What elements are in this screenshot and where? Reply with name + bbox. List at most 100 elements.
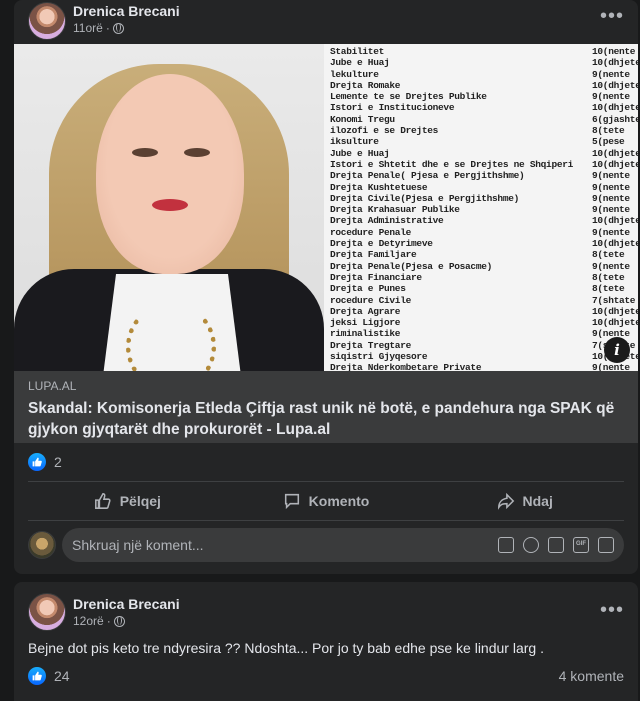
document-subject: Istori e Institucioneve — [330, 102, 455, 114]
document-grade: 10(dhjete — [592, 238, 638, 250]
camera-icon[interactable] — [548, 537, 564, 553]
emoji-icon[interactable] — [523, 537, 539, 553]
document-subject: Drejta Nderkombetare Private — [330, 362, 482, 371]
document-line: rocedure Civile 7(shtate — [330, 295, 638, 306]
comment-label: Komento — [308, 493, 370, 509]
comment-icon — [284, 493, 299, 510]
post-time[interactable]: 11orë — [73, 21, 103, 35]
link-preview-image[interactable]: Stabilitet 10(nente Jube e Huaj 10(dhjete le… — [14, 44, 638, 371]
document-subject: Drejta Penale(Pjesa e Posacme) — [330, 260, 493, 272]
comment-placeholder: Shkruaj një koment... — [72, 537, 204, 553]
document-grade: 10(dhjete — [592, 215, 638, 227]
like-reaction-icon — [28, 667, 46, 685]
document-line: riminalistike 9(nente — [330, 328, 638, 339]
document-grade: 8(tete — [592, 249, 625, 261]
link-title[interactable]: Skandal: Komisonerja Etleda Çiftja rast … — [28, 398, 624, 440]
post-meta: 12orë · — [73, 614, 125, 628]
author-avatar[interactable] — [28, 2, 66, 40]
document-line: Stabilitet 10(nente — [330, 46, 638, 57]
post-card: Drenica Brecani 12orë · ••• Bejne dot pi… — [14, 582, 638, 701]
share-button[interactable]: Ndaj — [425, 482, 624, 520]
document-grade: 6(gjashte — [592, 113, 638, 125]
document-subject: lekulture — [330, 68, 379, 80]
author-name[interactable]: Drenica Brecani — [73, 596, 180, 612]
author-name[interactable]: Drenica Brecani — [73, 3, 180, 19]
post-time[interactable]: 12orë — [73, 614, 104, 628]
reactions-summary[interactable]: 24 — [28, 667, 70, 685]
document-line: iksulture 5(pese — [330, 136, 638, 147]
document-grade: 8(tete — [592, 125, 625, 137]
document-subject: jeksi Ligjore — [330, 317, 401, 329]
author-avatar[interactable] — [28, 593, 66, 631]
document-line: Jube e Huaj 10(dhjete — [330, 57, 638, 68]
link-domain: LUPA.AL — [28, 379, 77, 393]
document-line: Lemente te se Drejtes Publike 9(nente — [330, 91, 638, 102]
thumbs-up-icon — [94, 493, 111, 509]
document-subject: Konomi Tregu — [330, 113, 395, 125]
document-subject: Drejta e Detyrimeve — [330, 238, 433, 250]
document-line: Konomi Tregu 6(gjashte — [330, 114, 638, 125]
like-reaction-icon — [28, 453, 46, 471]
comments-count[interactable]: 4 komente — [559, 668, 624, 684]
document-line: Drejta Agrare 10(dhjete — [330, 306, 638, 317]
more-options-icon[interactable]: ••• — [600, 600, 624, 620]
like-button[interactable]: Pëlqej — [28, 482, 227, 520]
document-line: Drejta e Punes 8(tete — [330, 283, 638, 294]
document-grade: 10(nente — [592, 46, 636, 57]
link-info-box[interactable]: LUPA.AL Skandal: Komisonerja Etleda Çift… — [14, 371, 638, 443]
document-line: Drejta Tregtare7(shtate — [330, 340, 638, 351]
document-line: Jube e Huaj 10(dhjete — [330, 148, 638, 159]
post-meta: 11orë · — [73, 21, 124, 35]
document-subject: Drejta Penale( Pjesa e Pergjithshme) — [330, 170, 525, 182]
document-grade: 9(nente — [592, 226, 630, 238]
document-grade: 9(nente — [592, 260, 630, 272]
document-line: Drejta Kushtetuese 9(nente — [330, 182, 638, 193]
reactions-count[interactable]: 2 — [54, 454, 62, 470]
more-options-icon[interactable]: ••• — [600, 6, 624, 26]
comment-composer: Shkruaj një koment... GIF — [28, 527, 624, 563]
avatar-sticker-icon[interactable] — [498, 537, 514, 553]
document-line: jeksi Ligjore 10(dhjete — [330, 317, 638, 328]
comment-button[interactable]: Komento — [227, 482, 426, 520]
document-line: Istori e Shtetit dhe e se Drejtes ne Shq… — [330, 159, 638, 170]
reactions-summary[interactable]: 2 — [28, 452, 62, 472]
document-grade: 9(nente — [592, 181, 630, 193]
document-line: ilozofi e se Drejtes 8(tete — [330, 125, 638, 136]
document-line: Drejta Financiare 8(tete — [330, 272, 638, 283]
document-subject: rocedure Civile — [330, 294, 412, 306]
document-grade: 5(pese — [592, 136, 625, 148]
document-grade: 10(dhjete — [592, 79, 638, 91]
document-line: Drejta Civile(Pjesa e Pergjithshme) 9(nen… — [330, 193, 638, 204]
document-line: lekulture 9(nente — [330, 69, 638, 80]
document-subject: Drejta Tregtare — [330, 339, 412, 351]
like-label: Pëlqej — [119, 493, 161, 509]
document-subject: ilozofi e se Drejtes — [330, 125, 439, 137]
document-line: Drejta Penale(Pjesa e Posacme) 9(nente — [330, 261, 638, 272]
info-icon[interactable]: i — [604, 337, 630, 363]
document-grade: 10(dhjete — [592, 158, 638, 170]
document-subject: Lemente te se Drejtes Publike — [330, 91, 487, 103]
reactions-count[interactable]: 24 — [54, 668, 70, 684]
document-subject: Drejta Financiare — [330, 271, 422, 283]
share-icon — [497, 492, 514, 510]
divider — [28, 520, 624, 521]
document-grade: 9(nente — [592, 68, 630, 80]
share-label: Ndaj — [522, 493, 553, 509]
document-line: Drejta Administrative 10(dhjete — [330, 215, 638, 226]
document-line: Drejta Penale( Pjesa e Pergjithshme) 9(ne… — [330, 170, 638, 181]
document-subject: siqistri Gjyqesore — [330, 351, 428, 363]
document-subject: Jube e Huaj — [330, 57, 390, 69]
user-avatar[interactable] — [28, 531, 56, 559]
globe-icon — [112, 22, 124, 34]
comment-input[interactable]: Shkruaj një koment... GIF — [62, 528, 624, 562]
meta-separator: · — [106, 614, 111, 628]
document-grade: 9(nente — [592, 170, 630, 182]
transcript-document: Stabilitet 10(nente Jube e Huaj 10(dhjete le… — [324, 44, 638, 371]
document-line: Drejta Romake 10(dhjete — [330, 80, 638, 91]
document-subject: Drejta Familjare — [330, 249, 417, 261]
document-subject: Drejta Administrative — [330, 215, 444, 227]
gif-icon[interactable]: GIF — [573, 537, 589, 553]
sticker-icon[interactable] — [598, 537, 614, 553]
document-subject: Drejta Civile(Pjesa e Pergjithshme) — [330, 192, 520, 204]
document-subject: riminalistike — [330, 328, 401, 340]
